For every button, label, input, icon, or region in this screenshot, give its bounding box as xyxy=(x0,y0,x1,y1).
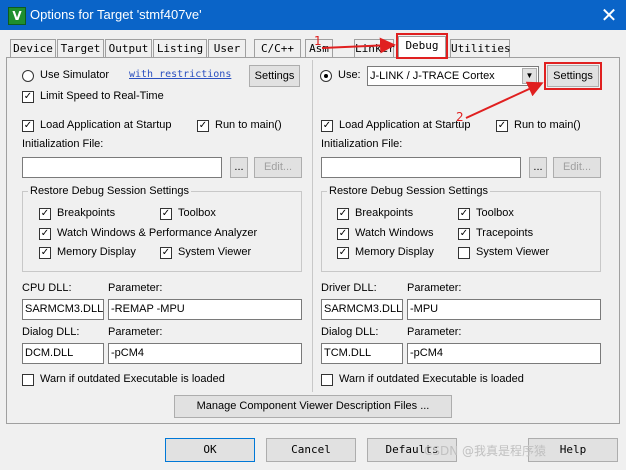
annotation-arrows xyxy=(321,37,544,119)
arrow-to-settings xyxy=(465,81,544,119)
arrow-to-debug-tab xyxy=(321,37,396,54)
watermark: CSDN @我真是程序猿 xyxy=(424,444,547,458)
